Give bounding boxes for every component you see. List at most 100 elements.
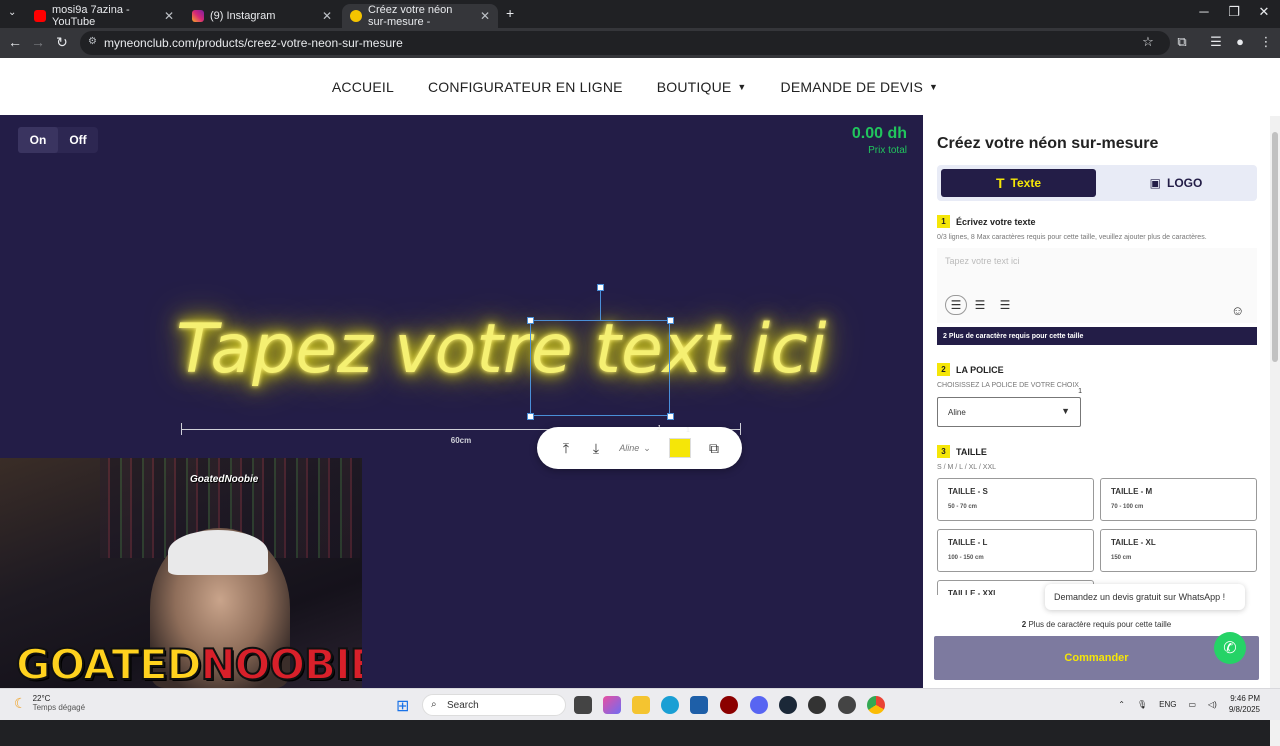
size-option-m[interactable]: TAILLE - M 70 - 100 cm [1100, 478, 1257, 521]
mic-icon[interactable]: 🎙︎ [1137, 700, 1147, 709]
obs-icon[interactable] [808, 696, 826, 714]
font-select-sup: 1 [1078, 388, 1082, 395]
address-bar[interactable]: ⚙ myneonclub.com/products/creez-votre-ne… [80, 31, 1170, 55]
nav-configurateur[interactable]: CONFIGURATEUR EN LIGNE [428, 79, 623, 95]
volume-icon[interactable]: ◁) [1208, 700, 1217, 709]
bookmark-star-icon[interactable]: ☆ [1138, 34, 1158, 50]
new-tab-icon[interactable]: + [506, 5, 514, 21]
file-explorer-icon[interactable] [632, 696, 650, 714]
tab-title: (9) Instagram [210, 10, 276, 22]
windows-start-icon[interactable]: ⊞ [396, 696, 409, 716]
page-scrollbar[interactable] [1270, 116, 1280, 746]
font-dropdown[interactable]: 1 Aline ⌄ [615, 425, 661, 459]
app-red-icon[interactable] [720, 696, 738, 714]
character-warning: 2 Plus de caractère requis pour cette ta… [937, 327, 1257, 345]
weather-text: Temps dégagé [32, 703, 86, 712]
weather-widget[interactable]: ☾ 22°C Temps dégagé [14, 694, 85, 712]
font-select[interactable]: Aline ▼ 1 [937, 388, 1082, 427]
color-swatch[interactable]: 1 [669, 427, 691, 458]
task-view-icon[interactable] [574, 696, 592, 714]
tray-chevron-icon[interactable]: ⌃ [1118, 700, 1125, 709]
resize-handle-br[interactable] [667, 413, 674, 420]
emoji-icon[interactable]: ☺ [1231, 303, 1244, 318]
size-name: TAILLE - L [948, 538, 988, 547]
tab-search-icon[interactable]: ⌄ [8, 7, 16, 18]
close-icon[interactable]: ✕ [164, 9, 174, 23]
step-number: 2 [937, 363, 950, 376]
restore-icon[interactable]: ❐ [1218, 4, 1250, 20]
tab-myneonclub[interactable]: Créez votre néon sur-mesure - ✕ [342, 4, 498, 28]
selection-box[interactable] [530, 320, 670, 416]
size-option-s[interactable]: TAILLE - S 50 - 70 cm [937, 478, 1094, 521]
rotate-handle[interactable] [597, 284, 604, 291]
edge-icon[interactable] [661, 696, 679, 714]
extensions-icon[interactable]: ⧉ [1172, 34, 1192, 50]
close-icon[interactable]: ✕ [480, 9, 490, 23]
price-value: 0.00 dh [851, 125, 907, 142]
duplicate-icon[interactable]: ⧉ [703, 437, 725, 459]
steam-icon[interactable] [779, 696, 797, 714]
align-right-icon[interactable]: ☰ [994, 295, 1016, 315]
tab-youtube[interactable]: mosi9a 7azina - YouTube ✕ [26, 4, 182, 28]
neon-text-preview[interactable]: Tapez votre text ici [176, 310, 826, 389]
network-icon[interactable]: ▭ [1188, 700, 1196, 709]
toggle-off[interactable]: Off [58, 127, 98, 153]
step-number: 3 [937, 445, 950, 458]
chrome-icon[interactable] [867, 696, 885, 714]
step-1-heading: 1 Écrivez votre texte [937, 215, 1036, 228]
taskbar-search[interactable]: ⌕ Search [422, 694, 566, 716]
tab-label: Texte [1010, 176, 1042, 190]
scrollbar-thumb[interactable] [1272, 132, 1278, 362]
tab-title: Créez votre néon sur-mesure - [368, 4, 453, 28]
nav-label: ACCUEIL [331, 78, 394, 95]
copilot-icon[interactable] [603, 696, 621, 714]
on-off-toggle[interactable]: On Off [18, 127, 98, 153]
forward-icon[interactable]: → [28, 34, 48, 50]
mode-tabs: T Texte ▣ LOGO [937, 165, 1257, 201]
window-close-icon[interactable]: ✕ [1248, 4, 1280, 20]
store-icon[interactable] [690, 696, 708, 714]
nav-demande-devis[interactable]: DEMANDE DE DEVIS ▼ [781, 79, 939, 95]
language-indicator[interactable]: ENG [1159, 700, 1176, 709]
youtube-icon [34, 10, 46, 22]
chevron-down-icon: ▼ [928, 81, 939, 92]
minimize-icon[interactable]: ─ [1188, 4, 1220, 19]
step-number: 1 [937, 215, 950, 228]
media-icon[interactable]: ☰ [1206, 34, 1226, 50]
bring-forward-icon[interactable]: ⤒ [555, 437, 577, 459]
nav-accueil[interactable]: ACCUEIL [332, 79, 394, 95]
tab-logo[interactable]: ▣ LOGO [1099, 169, 1253, 197]
rotate-line [600, 287, 601, 320]
align-left-icon[interactable]: ☰ [945, 295, 967, 315]
align-center-icon[interactable]: ☰ [969, 295, 991, 315]
resize-handle-tr[interactable] [667, 317, 674, 324]
tab-instagram[interactable]: (9) Instagram ✕ [184, 4, 340, 28]
profile-avatar-icon[interactable]: ● [1230, 34, 1250, 49]
close-icon[interactable]: ✕ [322, 9, 332, 23]
chevron-down-icon: ⌄ [643, 442, 651, 453]
tab-texte[interactable]: T Texte [941, 169, 1096, 197]
width-measure-label: 60cm [450, 436, 472, 445]
back-icon[interactable]: ← [5, 34, 25, 50]
reload-icon[interactable]: ↻ [52, 34, 72, 51]
site-info-icon[interactable]: ⚙ [88, 36, 97, 47]
size-dim: 100 - 150 cm [948, 555, 984, 561]
step-label: Écrivez votre texte [956, 216, 1036, 227]
size-dim: 50 - 70 cm [948, 504, 978, 510]
resize-handle-bl[interactable] [527, 413, 534, 420]
send-backward-icon[interactable]: ⤓ [585, 437, 607, 459]
size-option-l[interactable]: TAILLE - L 100 - 150 cm [937, 529, 1094, 572]
whatsapp-bubble[interactable]: Demandez un devis gratuit sur WhatsApp ! [1045, 584, 1245, 610]
app-icon[interactable] [838, 696, 856, 714]
commander-button[interactable]: Commander [934, 636, 1259, 680]
whatsapp-icon[interactable]: ✆ [1214, 632, 1246, 664]
clock[interactable]: 9:46 PM 9/8/2025 [1229, 693, 1260, 715]
search-icon: ⌕ [431, 699, 437, 710]
menu-kebab-icon[interactable]: ⋮ [1256, 34, 1276, 50]
size-option-xl[interactable]: TAILLE - XL 150 cm [1100, 529, 1257, 572]
nav-boutique[interactable]: BOUTIQUE ▼ [657, 79, 747, 95]
toggle-on[interactable]: On [18, 127, 58, 153]
date: 9/8/2025 [1228, 705, 1260, 714]
resize-handle-tl[interactable] [527, 317, 534, 324]
discord-icon[interactable] [750, 696, 768, 714]
